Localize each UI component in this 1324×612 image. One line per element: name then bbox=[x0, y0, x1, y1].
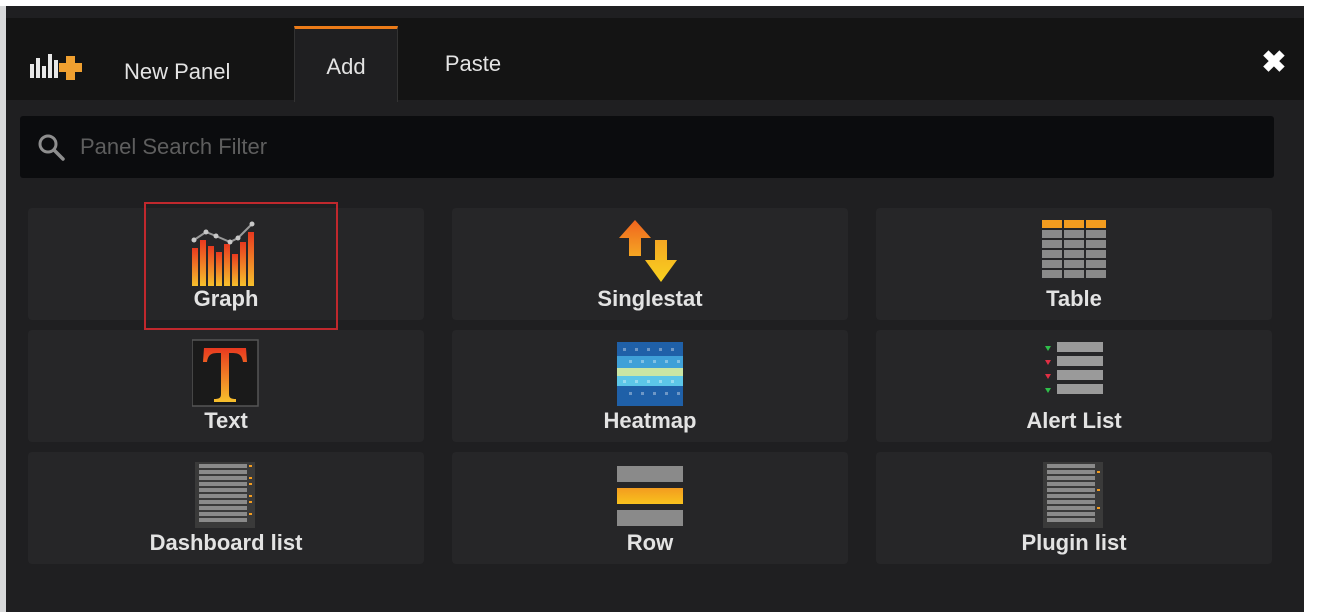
plugin-list-icon bbox=[1043, 462, 1103, 528]
panel-search bbox=[20, 116, 1274, 178]
new-panel-icon bbox=[30, 54, 82, 80]
search-input[interactable] bbox=[80, 116, 1260, 178]
panel-card-dashboard-list[interactable]: Dashboard list bbox=[28, 452, 424, 564]
panel-card-graph[interactable]: Graph bbox=[28, 208, 424, 320]
panel-card-singlestat[interactable]: Singlestat bbox=[452, 208, 848, 320]
text-icon bbox=[192, 339, 259, 407]
table-icon bbox=[1042, 220, 1106, 278]
panel-card-label: Graph bbox=[193, 286, 259, 311]
panel-card-label: Row bbox=[626, 530, 674, 555]
panel-card-heatmap[interactable]: Heatmap bbox=[452, 330, 848, 442]
panel-card-row[interactable]: Row bbox=[452, 452, 848, 564]
panel-card-label: Alert List bbox=[1026, 408, 1122, 433]
panel-card-label: Text bbox=[204, 408, 248, 433]
panel-card-label: Heatmap bbox=[603, 408, 697, 433]
tab-paste[interactable]: Paste bbox=[418, 26, 528, 102]
panel-card-plugin-list[interactable]: Plugin list bbox=[876, 452, 1272, 564]
row-icon bbox=[617, 466, 683, 526]
panel-card-text[interactable]: Text bbox=[28, 330, 424, 442]
dashboard-list-icon bbox=[195, 462, 255, 528]
panel-card-label: Singlestat bbox=[597, 286, 703, 311]
new-panel-dialog: New Panel Add Paste ✖ Panel Search Filte… bbox=[0, 6, 1304, 612]
search-icon bbox=[38, 134, 65, 161]
dialog-header: New Panel bbox=[6, 18, 1304, 100]
dialog-title: New Panel bbox=[124, 59, 231, 84]
panel-card-alert-list[interactable]: Alert List bbox=[876, 330, 1272, 442]
close-icon[interactable]: ✖ bbox=[1258, 48, 1290, 80]
graph-icon bbox=[191, 221, 255, 286]
singlestat-icon bbox=[619, 220, 677, 282]
panel-card-label: Table bbox=[1046, 286, 1102, 311]
tab-add[interactable]: Add bbox=[294, 26, 398, 102]
alert-list-icon bbox=[1045, 342, 1103, 394]
panel-card-label: Dashboard list bbox=[149, 530, 303, 555]
panel-card-label: Plugin list bbox=[1021, 530, 1127, 555]
panel-card-table[interactable]: Table bbox=[876, 208, 1272, 320]
heatmap-icon bbox=[617, 342, 683, 406]
